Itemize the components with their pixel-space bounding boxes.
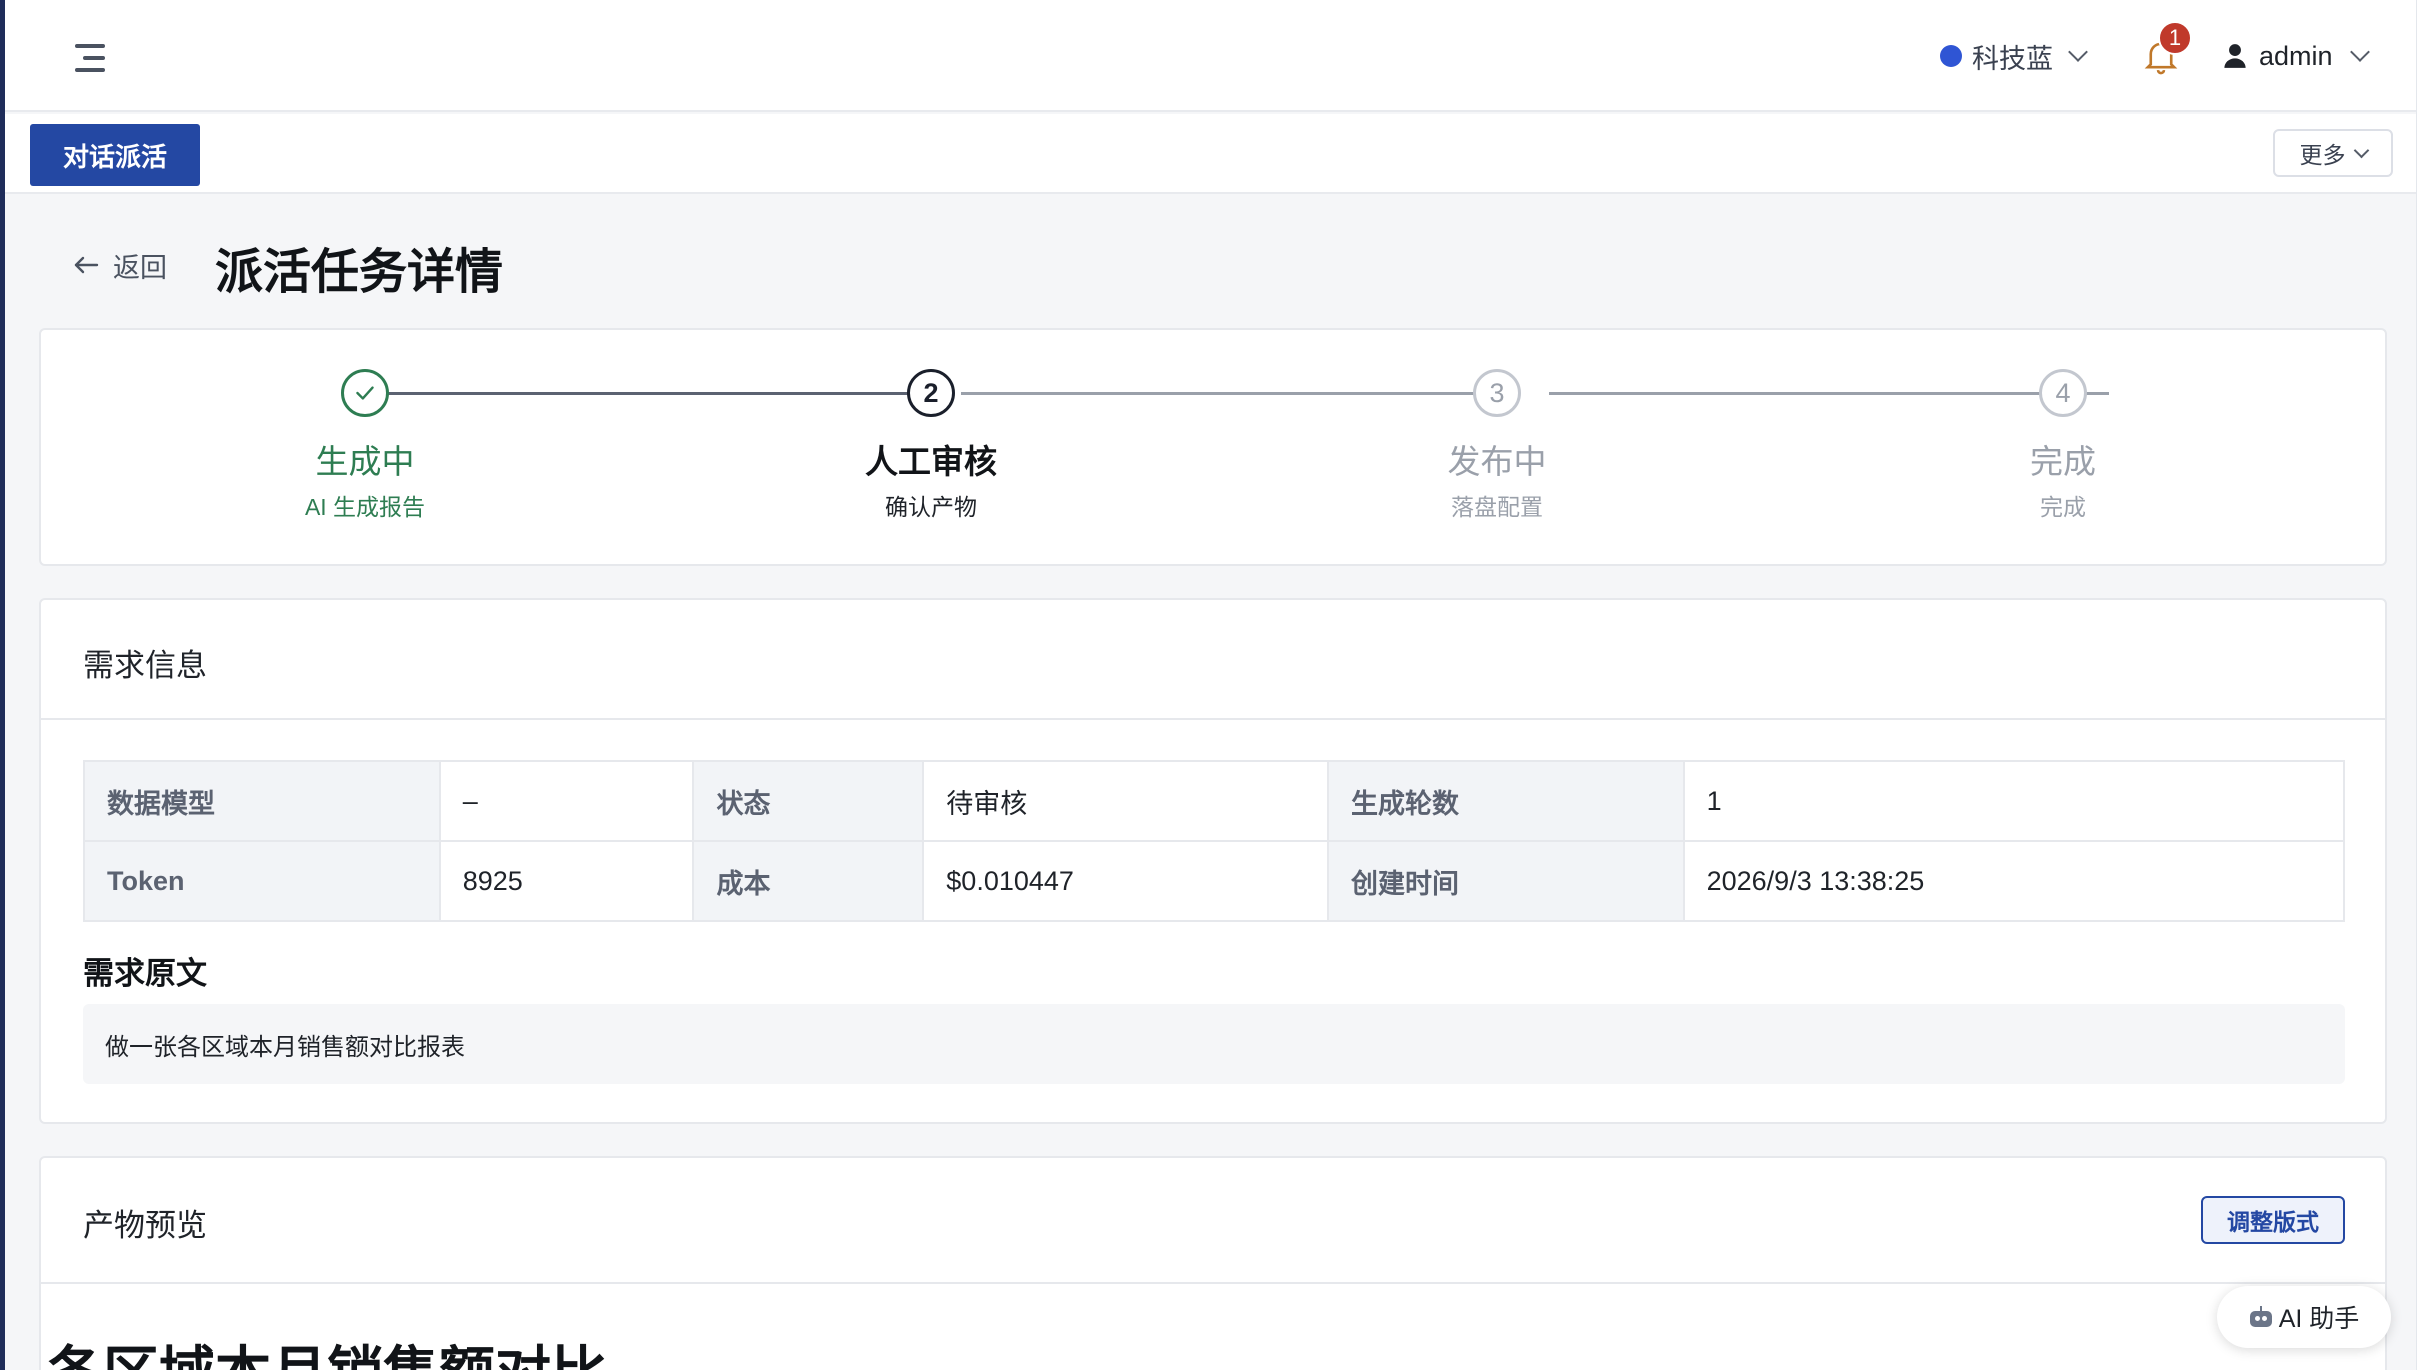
notification-badge: 1 bbox=[2158, 21, 2192, 55]
info-table: 数据模型 – 状态 待审核 生成轮数 1 Token 8925 成本 $0.01… bbox=[83, 760, 2346, 922]
step-connector bbox=[372, 392, 912, 395]
user-menu[interactable]: admin bbox=[2223, 36, 2370, 76]
field-label: 状态 bbox=[692, 760, 925, 842]
requirement-info-card: 需求信息 数据模型 – 状态 待审核 生成轮数 1 Token 8925 成本 … bbox=[39, 598, 2387, 1124]
preview-report-heading: 各区域本月销售额对比 bbox=[47, 1328, 607, 1370]
chevron-down-icon bbox=[2353, 142, 2369, 158]
progress-steps: 生成中 AI 生成报告 2 人工审核 确认产物 3 发布中 落盘配置 4 完成 … bbox=[39, 328, 2387, 566]
field-label: 创建时间 bbox=[1326, 840, 1685, 922]
raw-request-content: 做一张各区域本月销售额对比报表 bbox=[105, 1033, 465, 1061]
field-value: $0.010447 bbox=[922, 840, 1329, 922]
tab-dialog-dispatch[interactable]: 对话派活 bbox=[30, 124, 200, 186]
raw-request-title: 需求原文 bbox=[83, 956, 207, 991]
theme-label: 科技蓝 bbox=[1972, 43, 2053, 74]
more-button[interactable]: 更多 bbox=[2273, 129, 2393, 177]
field-value: 待审核 bbox=[922, 760, 1329, 842]
scrollbar[interactable] bbox=[2416, 0, 2430, 1370]
step-title: 发布中 bbox=[1447, 443, 1547, 480]
chevron-down-icon bbox=[2068, 42, 2088, 62]
field-label: 成本 bbox=[692, 840, 925, 922]
main-content: 科技蓝 1 admin 对话派活 更多 返回 派活任务详情 生成中 AI 生成报… bbox=[5, 0, 2416, 1370]
chevron-down-icon bbox=[2349, 42, 2370, 62]
ai-assistant-button[interactable]: AI 助手 bbox=[2217, 1286, 2391, 1348]
page-title: 派活任务详情 bbox=[215, 246, 504, 299]
tags-bar: 对话派活 更多 bbox=[5, 114, 2416, 194]
menu-toggle-icon[interactable] bbox=[67, 38, 113, 78]
adjust-layout-button[interactable]: 调整版式 bbox=[2201, 1196, 2345, 1244]
step-title: 完成 bbox=[2030, 443, 2096, 480]
step-desc: 完成 bbox=[2040, 494, 2086, 520]
field-value: 1 bbox=[1682, 760, 2346, 842]
arrow-left-icon bbox=[73, 255, 99, 275]
step-number: 2 bbox=[907, 369, 955, 417]
ai-assistant-label: AI 助手 bbox=[2278, 1305, 2360, 1333]
username: admin bbox=[2259, 40, 2333, 71]
step-connector bbox=[961, 392, 1501, 395]
user-icon bbox=[2223, 43, 2247, 69]
back-button[interactable]: 返回 bbox=[73, 245, 167, 285]
table-row: 数据模型 – 状态 待审核 生成轮数 1 bbox=[83, 760, 2346, 842]
robot-icon bbox=[2249, 1306, 2273, 1328]
card-header: 产物预览 调整版式 bbox=[41, 1158, 2385, 1284]
table-row: Token 8925 成本 $0.010447 创建时间 2026/9/3 13… bbox=[83, 840, 2346, 922]
raw-request-text: 做一张各区域本月销售额对比报表 bbox=[83, 1004, 2345, 1084]
step-desc: AI 生成报告 bbox=[304, 494, 426, 520]
artifact-preview-card: 产物预览 调整版式 各区域本月销售额对比 bbox=[39, 1156, 2387, 1370]
step-number: 4 bbox=[2039, 369, 2087, 417]
section-title: 产物预览 bbox=[83, 1208, 207, 1243]
field-value: 2026/9/3 13:38:25 bbox=[1682, 840, 2346, 922]
top-header: 科技蓝 1 admin bbox=[5, 0, 2416, 112]
field-value: 8925 bbox=[438, 840, 695, 922]
field-label: 生成轮数 bbox=[1326, 760, 1685, 842]
step-number: 3 bbox=[1473, 369, 1521, 417]
field-value: – bbox=[438, 760, 695, 842]
step-connector bbox=[1549, 392, 2109, 395]
more-label: 更多 bbox=[2299, 142, 2346, 168]
check-icon bbox=[341, 369, 389, 417]
step-title: 人工审核 bbox=[865, 443, 997, 480]
step-desc: 落盘配置 bbox=[1451, 494, 1543, 520]
step-title: 生成中 bbox=[315, 443, 415, 480]
field-label: 数据模型 bbox=[83, 760, 441, 842]
theme-switcher[interactable]: 科技蓝 bbox=[1940, 36, 2088, 76]
field-label: Token bbox=[83, 840, 441, 922]
back-label: 返回 bbox=[113, 252, 167, 283]
theme-color-dot bbox=[1940, 45, 1962, 67]
card-header: 需求信息 bbox=[41, 600, 2385, 720]
section-title: 需求信息 bbox=[83, 648, 207, 683]
step-desc: 确认产物 bbox=[885, 494, 977, 520]
